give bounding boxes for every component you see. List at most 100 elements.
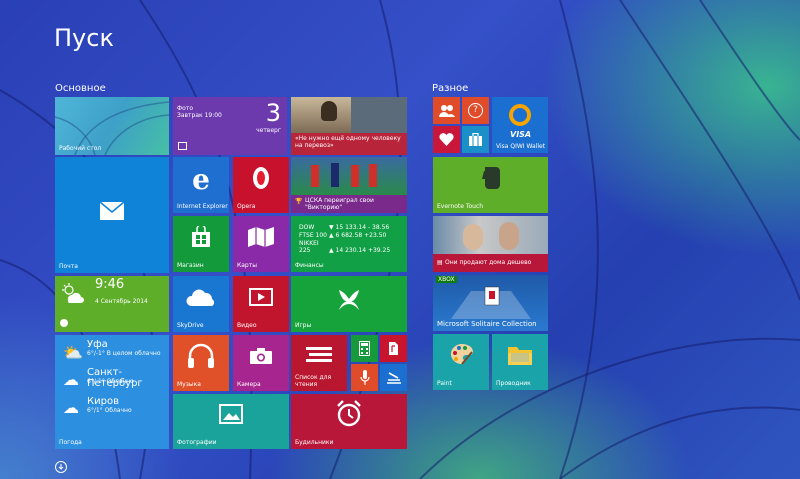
tile-skydrive[interactable]: SkyDrive [173,276,229,332]
tile-label: Список для чтения [295,374,332,388]
tile-sound-recorder[interactable] [351,364,378,391]
store-bag-icon [192,226,210,247]
cloud-icon [186,289,215,306]
tile-paint[interactable]: Paint [433,334,489,390]
tile-weather[interactable]: ⛅ Уфа 6°/-1° В целом облачно ☁ Санкт-Пет… [55,335,169,449]
xbox-icon [339,290,359,310]
weather-desc-2: 6°/-1° Облачно [87,378,134,385]
weather-desc-1: 6°/-1° В целом облачно [87,350,161,357]
tile-label: Проводник [496,380,531,387]
all-apps-down-arrow-button[interactable] [55,461,67,473]
tile-label: Магазин [177,262,204,269]
tile-video[interactable]: Видео [233,276,289,332]
scanner-icon [387,372,401,384]
xbox-badge: XBOX [436,276,457,283]
tile-evernote[interactable]: Evernote Touch [433,157,548,213]
tile-label: Музыка [177,381,201,388]
tile-music[interactable]: Музыка [173,335,229,391]
paint-palette-icon [450,344,473,365]
calendar-event-time: Завтрак 19:00 [177,112,222,119]
weather-cloud-icon: ☁ [63,370,79,389]
tile-scan[interactable] [380,364,407,391]
tile-photos[interactable]: Фотографии [173,394,289,449]
tile-sport[interactable]: 🏆 ЦСКА переиграл свои "Викторию" [291,157,407,213]
tile-finance[interactable]: DOW ▼ 15 133.14 - 38.56 FTSE 100 ▲ 6 682.5… [291,216,407,272]
tile-label: Будильники [295,439,334,446]
tile-camera[interactable]: Камера [233,335,289,391]
tile-label: Evernote Touch [437,203,484,210]
folder-icon [508,347,532,365]
weather-city-3: Киров [87,396,119,407]
tile-reading-list[interactable]: Список для чтения [291,335,347,391]
group-label-misc: Разное [432,83,469,94]
tile-label: Финансы [295,262,324,269]
tile-label: Игры [295,322,312,329]
weather-cloud-icon: ☁ [63,398,79,417]
tile-photos-calendar[interactable]: Фото Завтрак 19:00 3 четверг [173,97,287,155]
group-label-main: Основное [55,83,106,94]
help-icon: ? [468,103,483,118]
news-photo [433,216,548,254]
people-icon [439,105,455,117]
calendar-day: 3 [265,99,281,127]
tile-label: Opera [237,203,256,210]
finance-row-1: DOW ▼ 15 133.14 - 38.56 [299,224,390,231]
tile-label: Погода [59,439,82,446]
tile-internet-explorer[interactable]: e Internet Explorer [173,157,229,213]
tile-label: Почта [59,263,78,270]
tile-news-1[interactable]: «Не нужно ещё одному человеку на перевоз… [291,97,407,155]
tile-help[interactable]: ? [462,97,489,124]
tile-mail[interactable]: Почта [55,157,169,273]
tile-clock[interactable]: 9:46 4 Сентябрь 2014 [55,276,169,332]
video-play-icon [249,288,273,306]
tile-label: Visa QIWI Wallet [496,143,546,150]
tile-label: Карты [237,262,257,269]
tile-label: Internet Explorer [177,203,228,210]
photo-icon [219,404,243,424]
tile-file-explorer[interactable]: Проводник [492,334,548,390]
solitaire-cards-icon [451,286,531,319]
tile-people[interactable] [433,97,460,124]
tile-reader[interactable] [380,335,407,362]
tile-opera[interactable]: Opera [233,157,289,213]
tile-health[interactable] [433,126,460,153]
arrow-down-icon [58,464,64,470]
news-headline: «Не нужно ещё одному человеку на перевоз… [295,135,401,149]
weather-desc-3: 6°/1° Облачно [87,407,132,414]
finance-row-3: NIKKEI 225 ▲ 14 230.14 +39.25 [299,240,391,254]
calendar-event-title: Фото [177,105,194,112]
tile-games[interactable]: Игры [291,276,407,332]
sun-cloud-icon [62,283,84,303]
camera-icon [250,348,272,364]
finance-row-2: FTSE 100 ▲ 6 682.58 +23.50 [299,232,387,239]
tile-visa-qiwi[interactable]: VISA Visa QIWI Wallet [492,97,548,153]
sport-photo [291,157,407,195]
news-headline: Они продают дома дешево [445,259,532,266]
tile-label: Видео [237,322,257,329]
tile-calculator[interactable] [351,335,378,362]
tile-label: Фотографии [177,439,217,446]
sport-headline: ЦСКА переиграл свои "Викторию" [305,197,374,211]
weather-cloud-icon: ⛅ [63,343,83,362]
heart-icon [439,133,454,146]
tile-label: Камера [237,381,261,388]
tile-solitaire[interactable]: XBOX Microsoft Solitaire Collection [433,275,548,331]
map-icon [248,227,274,247]
envelope-icon [99,201,125,220]
evernote-elephant-icon [482,167,500,189]
calculator-icon [359,341,370,356]
opera-icon [253,167,269,189]
weather-city-1: Уфа [87,339,108,350]
ie-icon: e [192,162,210,196]
tile-desktop[interactable]: Рабочий стол [55,97,169,155]
suitcase-icon [469,133,482,146]
qiwi-icon [509,104,531,126]
tile-store[interactable]: Магазин [173,216,229,272]
tile-maps[interactable]: Карты [233,216,289,272]
tile-alarms[interactable]: Будильники [291,394,407,449]
tile-news-2[interactable]: ▤ Они продают дома дешево [433,216,548,272]
headphones-icon [188,343,214,368]
news-icon: ▤ [437,259,443,266]
tile-travel[interactable] [462,126,489,153]
calendar-weekday: четверг [256,127,281,134]
